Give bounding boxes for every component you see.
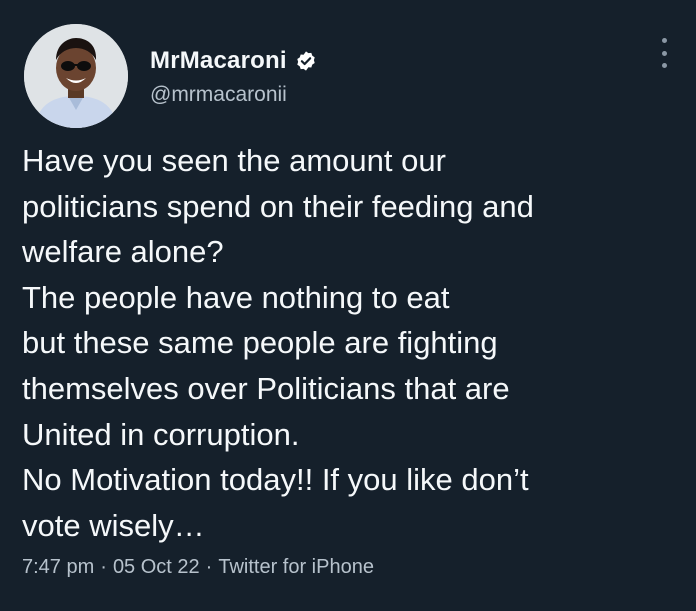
tweet-line: welfare alone?	[22, 234, 224, 270]
tweet-date[interactable]: 05 Oct 22	[113, 556, 200, 578]
dot-icon	[661, 63, 667, 68]
tweet-line: The people have nothing to eat	[22, 279, 450, 315]
dot-icon	[661, 50, 667, 56]
display-name[interactable]: MrMacaroni	[150, 47, 287, 75]
meta-separator: ·	[100, 556, 107, 578]
tweet-card: MrMacaroni @mrmacaronii Have you seen th…	[0, 0, 696, 611]
tweet-line: United in corruption.	[22, 416, 300, 452]
tweet-text: Have you seen the amount our politicians…	[22, 138, 672, 548]
tweet-line: but these same people are fighting	[22, 325, 498, 361]
tweet-line: No Motivation today!! If you like don’t	[22, 462, 529, 498]
name-row: MrMacaroni	[150, 45, 317, 77]
user-handle[interactable]: @mrmacaronii	[150, 83, 317, 107]
tweet-source[interactable]: Twitter for iPhone	[218, 556, 374, 578]
more-vertical-icon[interactable]	[660, 38, 668, 68]
tweet-line: politicians spend on their feeding and	[22, 188, 534, 224]
meta-separator: ·	[205, 556, 213, 578]
tweet-line: Have you seen the amount our	[22, 143, 446, 178]
tweet-time[interactable]: 7:47 pm	[22, 556, 94, 578]
verified-badge-icon	[295, 50, 317, 72]
tweet-line: themselves over Politicians that are	[22, 370, 510, 406]
tweet-meta: 7:47 pm · 05 Oct 22 · Twitter for iPhone	[22, 556, 374, 579]
tweet-header: MrMacaroni @mrmacaronii	[24, 20, 672, 132]
user-info: MrMacaroni @mrmacaronii	[150, 45, 317, 107]
tweet-line: vote wisely…	[22, 507, 205, 543]
avatar[interactable]	[24, 24, 128, 128]
profile-photo-icon	[24, 24, 128, 128]
dot-icon	[661, 38, 667, 43]
